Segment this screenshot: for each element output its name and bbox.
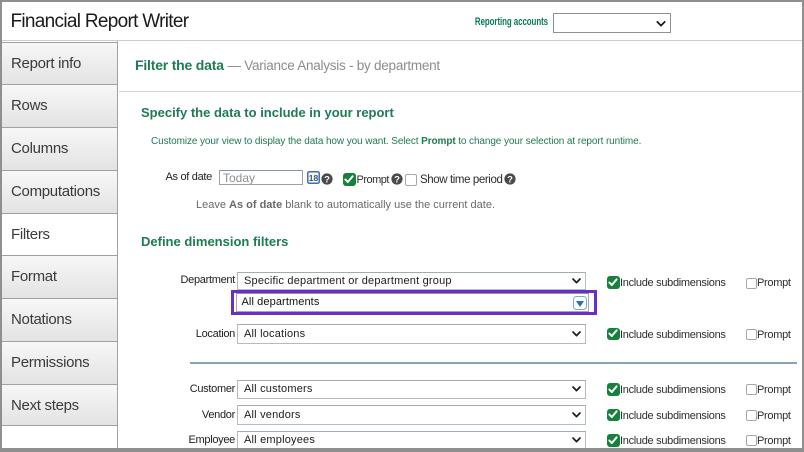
svg-text:?: ? bbox=[507, 174, 513, 184]
svg-text:?: ? bbox=[324, 174, 330, 184]
svg-text:18: 18 bbox=[308, 173, 318, 183]
svg-text:?: ? bbox=[394, 174, 400, 184]
